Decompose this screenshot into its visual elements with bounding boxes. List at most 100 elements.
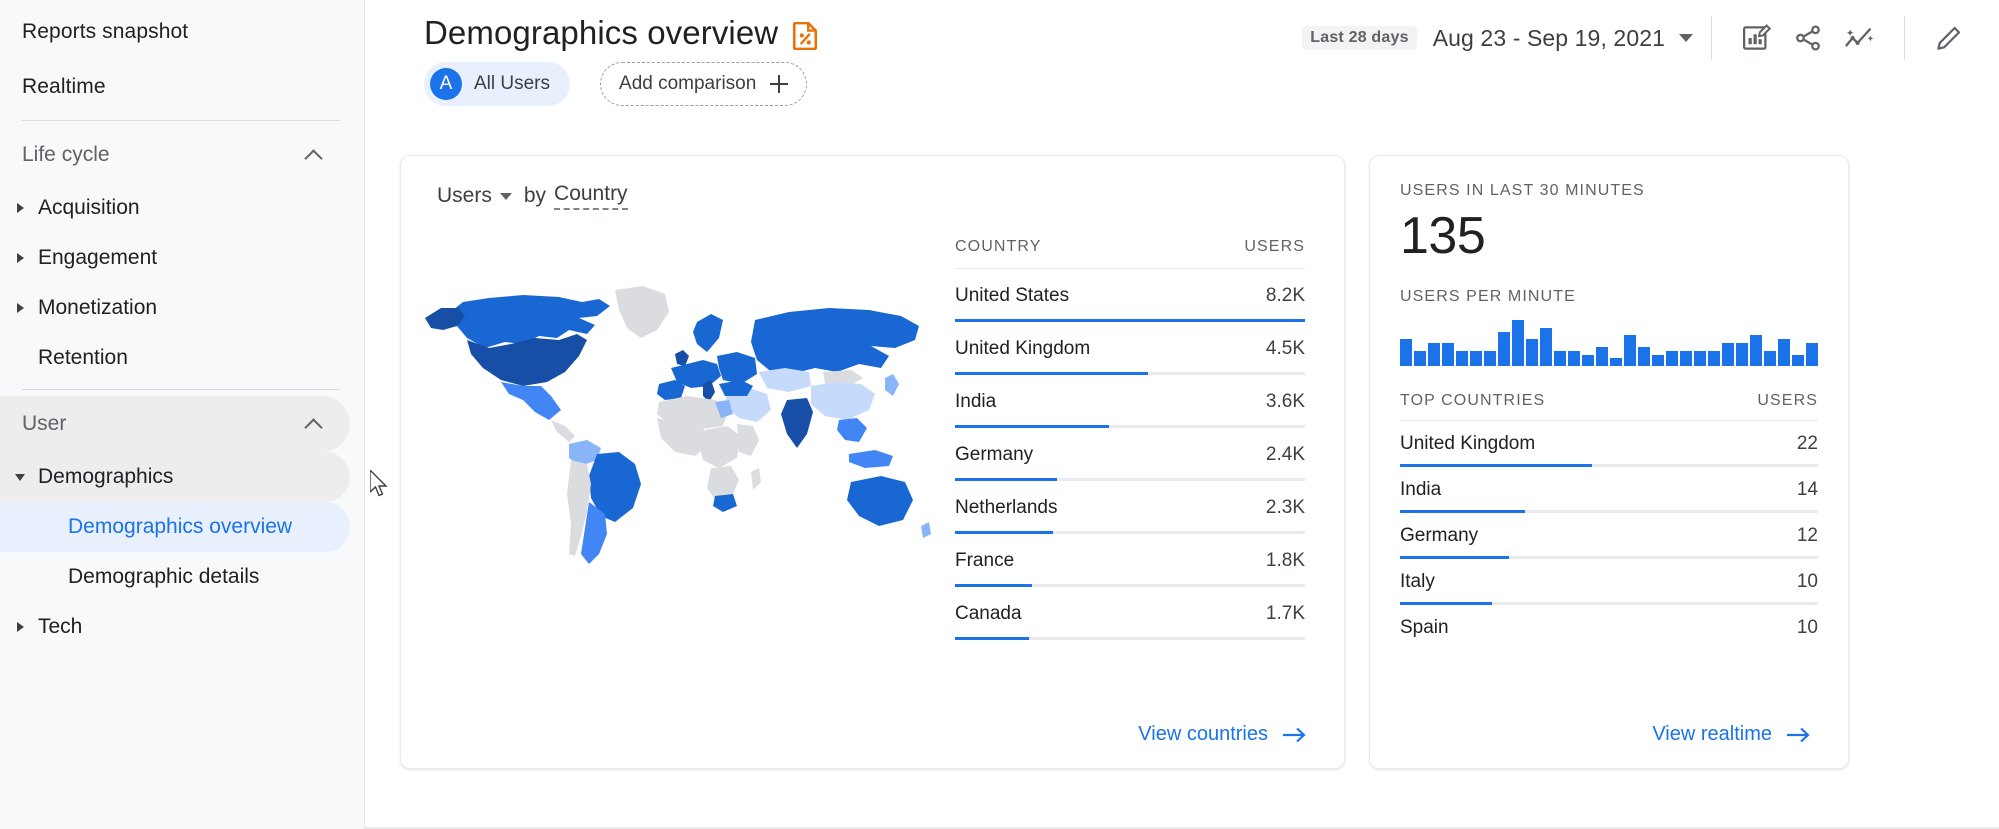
map-region-uk[interactable]	[675, 350, 689, 366]
map-region-eastern-europe[interactable]	[717, 352, 757, 384]
triangle-right-icon[interactable]	[10, 197, 32, 219]
table-row[interactable]: Germany 12	[1400, 513, 1818, 559]
row-bar	[1400, 510, 1525, 513]
row-users: 12	[1797, 525, 1818, 547]
comparison-chips-row: A All Users Add comparison	[364, 62, 1999, 106]
map-region-japan[interactable]	[885, 374, 899, 396]
triangle-down-icon[interactable]	[10, 466, 32, 488]
row-country: Germany	[955, 444, 1033, 466]
sidebar-item-demographic-details[interactable]: Demographic details	[0, 552, 350, 602]
map-body: COUNTRY USERS United States 8.2K	[401, 210, 1344, 640]
insights-icon[interactable]	[1834, 14, 1886, 62]
top-countries-table: TOP COUNTRIES USERS United Kingdom 22	[1400, 392, 1818, 651]
sidebar-item-retention[interactable]: Retention	[0, 333, 350, 383]
triangle-right-icon[interactable]	[10, 616, 32, 638]
column-header-users: USERS	[1244, 238, 1305, 256]
map-region-kazakhstan[interactable]	[759, 368, 811, 392]
map-region-australia[interactable]	[847, 476, 913, 526]
table-row[interactable]: Canada 1.7K	[955, 587, 1305, 640]
map-region-scandinavia[interactable]	[693, 314, 723, 352]
map-region-greenland[interactable]	[615, 286, 669, 338]
map-region-indonesia[interactable]	[849, 450, 893, 468]
spark-bar	[1722, 343, 1734, 366]
avatar: A	[430, 68, 462, 100]
map-region-east-africa[interactable]	[737, 424, 759, 456]
metric-selector[interactable]: Users	[437, 184, 492, 208]
spark-bar	[1526, 339, 1538, 366]
sidebar-item-demographics[interactable]: Demographics	[0, 452, 350, 502]
world-map-svg[interactable]	[419, 218, 939, 618]
world-map[interactable]	[419, 218, 939, 618]
row-bar	[955, 637, 1029, 640]
sidebar-item-realtime[interactable]: Realtime	[0, 59, 350, 114]
row-country: Netherlands	[955, 497, 1057, 519]
dimension-selector[interactable]: Country	[554, 182, 628, 210]
spark-bar	[1582, 355, 1594, 367]
table-row[interactable]: Spain 10	[1400, 605, 1818, 651]
date-preset-chip[interactable]: Last 28 days	[1302, 26, 1416, 50]
map-region-central-africa[interactable]	[699, 426, 741, 468]
sidebar-item-reports-snapshot[interactable]: Reports snapshot	[0, 4, 350, 59]
table-row[interactable]: United Kingdom 4.5K	[955, 322, 1305, 375]
table-row[interactable]: Italy 10	[1400, 559, 1818, 605]
map-region-southeast-asia[interactable]	[837, 418, 867, 442]
users-last-30-caption: USERS IN LAST 30 MINUTES	[1400, 182, 1818, 200]
map-region-turkey[interactable]	[719, 380, 753, 396]
sidebar-item-demographics-overview[interactable]: Demographics overview	[0, 502, 350, 552]
sidebar-section-life-cycle[interactable]: Life cycle	[0, 127, 350, 183]
sidebar-section-user[interactable]: User	[0, 396, 350, 452]
segment-chip-all-users[interactable]: A All Users	[424, 62, 570, 106]
row-users: 4.5K	[1266, 338, 1305, 360]
spark-bar	[1554, 351, 1566, 366]
triangle-right-icon[interactable]	[10, 297, 32, 319]
chevron-up-icon[interactable]	[304, 414, 324, 434]
chevron-down-icon[interactable]	[1679, 34, 1693, 42]
row-users: 1.7K	[1266, 603, 1305, 625]
toolbar-divider-2	[1904, 16, 1905, 60]
map-region-mexico[interactable]	[501, 382, 561, 420]
sidebar-divider-2	[22, 389, 340, 390]
map-region-russia[interactable]	[751, 308, 919, 374]
map-region-madagascar[interactable]	[751, 468, 761, 490]
sidebar-item-monetization[interactable]: Monetization	[0, 283, 350, 333]
map-region-south-africa[interactable]	[713, 494, 737, 512]
triangle-right-icon[interactable]	[10, 247, 32, 269]
arrow-right-icon	[1786, 726, 1812, 744]
users-per-minute-chart[interactable]	[1400, 320, 1818, 366]
row-bar-track	[1400, 602, 1818, 605]
spark-bar	[1400, 339, 1412, 366]
sidebar-item-engagement[interactable]: Engagement	[0, 233, 350, 283]
add-comparison-button[interactable]: Add comparison	[600, 62, 807, 106]
edit-pencil-icon[interactable]	[1923, 14, 1975, 62]
view-realtime-link[interactable]: View realtime	[1652, 723, 1812, 746]
table-row[interactable]: Germany 2.4K	[955, 428, 1305, 481]
date-range-text[interactable]: Aug 23 - Sep 19, 2021	[1433, 25, 1665, 52]
table-row[interactable]: India 3.6K	[955, 375, 1305, 428]
row-users: 3.6K	[1266, 391, 1305, 413]
view-countries-link[interactable]: View countries	[1138, 723, 1308, 746]
row-bar-track	[1400, 648, 1818, 651]
row-country: Spain	[1400, 617, 1449, 639]
spark-bar	[1792, 355, 1804, 367]
table-row[interactable]: United States 8.2K	[955, 269, 1305, 322]
table-row[interactable]: India 14	[1400, 467, 1818, 513]
chevron-up-icon[interactable]	[304, 145, 324, 165]
sidebar-item-tech[interactable]: Tech	[0, 602, 350, 652]
main-content: Demographics overview Last 28 days Aug 2…	[364, 0, 1999, 829]
map-region-india[interactable]	[781, 398, 813, 448]
spark-bar	[1610, 358, 1622, 366]
row-country: France	[955, 550, 1014, 572]
sidebar-item-acquisition[interactable]: Acquisition	[0, 183, 350, 233]
table-row[interactable]: Netherlands 2.3K	[955, 481, 1305, 534]
edit-comparison-icon[interactable]	[1730, 14, 1782, 62]
table-row[interactable]: France 1.8K	[955, 534, 1305, 587]
map-region-new-zealand[interactable]	[921, 522, 931, 538]
map-region-china[interactable]	[811, 382, 875, 420]
column-header-top-countries: TOP COUNTRIES	[1400, 392, 1545, 410]
map-region-central-america[interactable]	[551, 420, 575, 442]
table-row[interactable]: United Kingdom 22	[1400, 421, 1818, 467]
share-icon[interactable]	[1782, 14, 1834, 62]
demo-account-percent-icon	[792, 22, 818, 50]
chevron-down-icon[interactable]	[500, 193, 512, 200]
sidebar-item-label: Tech	[32, 615, 82, 639]
